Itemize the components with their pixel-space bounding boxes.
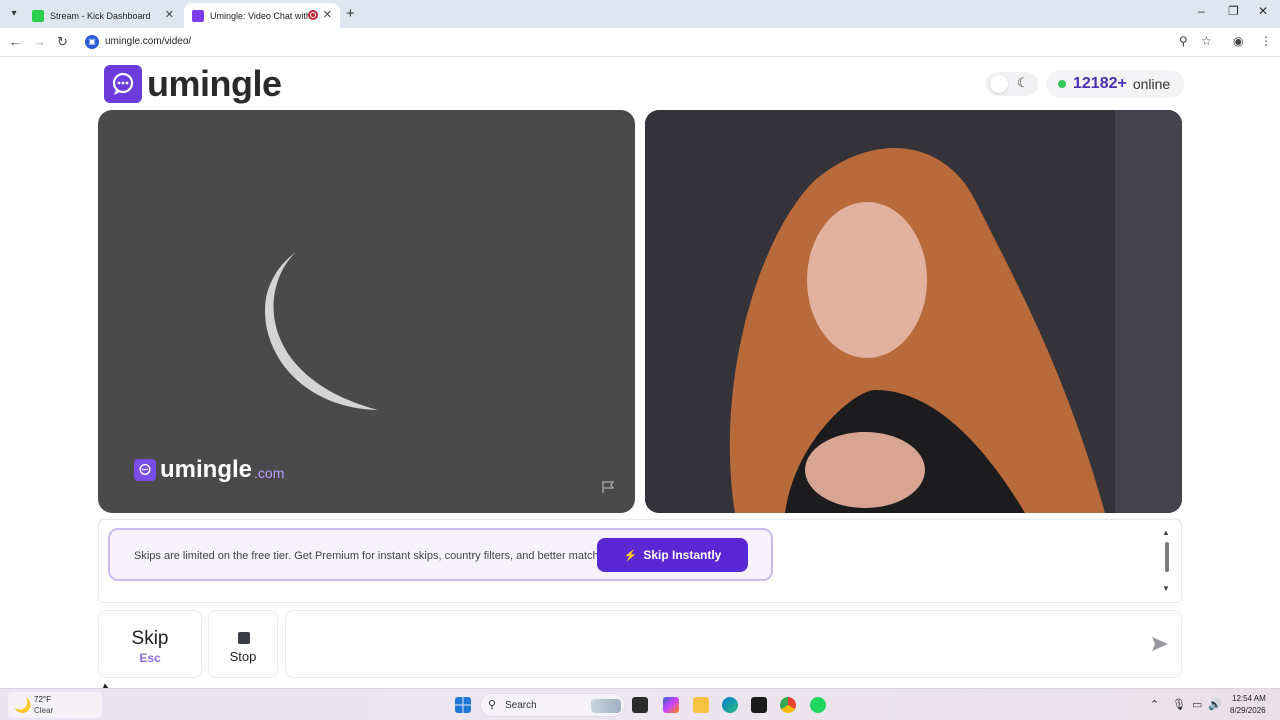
site-info-icon[interactable]: ▣ (85, 35, 99, 49)
umingle-logo[interactable]: umingle (104, 63, 282, 105)
weather-widget[interactable]: 🌙 72°F Clear (8, 692, 102, 718)
profile-icon[interactable]: ◉ (1233, 34, 1243, 48)
lightning-icon: ⚡ (623, 549, 638, 562)
moon-weather-icon: 🌙 (14, 697, 32, 713)
scroll-up-icon[interactable]: ▲ (1162, 528, 1170, 537)
address-bar: ← → ↻ ▣ umingle.com/video/ ⚲ ☆ ◉ ⋮ (0, 28, 1280, 57)
menu-kebab-icon[interactable]: ⋮ (1260, 34, 1272, 48)
search-label: Search (505, 700, 537, 711)
logo-text: umingle (147, 63, 282, 104)
skip-button[interactable]: Skip Esc (98, 610, 202, 678)
display-icon[interactable]: ▭ (1192, 698, 1202, 711)
url-field[interactable]: umingle.com/video/ (105, 36, 191, 47)
scroll-down-icon[interactable]: ▼ (1162, 584, 1170, 593)
zoom-icon[interactable]: ⚲ (1179, 34, 1188, 48)
bookmark-star-icon[interactable]: ☆ (1201, 34, 1212, 48)
task-view-icon[interactable] (632, 697, 648, 713)
kick-favicon-icon (32, 9, 44, 22)
tab-title: Umingle: Video Chat with St (210, 10, 308, 21)
tab-bar: ▾ Stream - Kick Dashboard ✕ Umingle: Vid… (0, 0, 1280, 28)
online-count: 12182+ (1073, 75, 1127, 92)
local-video-panel: umingle .com (98, 110, 635, 513)
umingle-favicon-icon (192, 9, 204, 22)
promo-text: Skips are limited on the free tier. Get … (134, 550, 614, 562)
edge-icon[interactable] (722, 697, 738, 713)
clock-time[interactable]: 12:54 AM (1232, 694, 1266, 703)
chrome-icon[interactable] (780, 697, 796, 713)
file-explorer-icon[interactable] (693, 697, 709, 713)
minimize-button[interactable]: – (1198, 4, 1205, 18)
online-indicator: 12182+ online (1046, 70, 1184, 98)
volume-icon[interactable]: 🔊 (1208, 698, 1222, 711)
back-icon[interactable]: ← (9, 34, 22, 49)
taskbar-search[interactable]: ⚲ Search (480, 693, 625, 717)
close-window-button[interactable]: ✕ (1258, 4, 1268, 18)
watermark-logo-icon (134, 459, 156, 481)
moon-icon: ☾ (1017, 75, 1029, 90)
online-label: online (1132, 76, 1171, 92)
watermark-brand: umingle (160, 456, 253, 483)
remote-video-feed (645, 110, 1182, 513)
send-icon[interactable] (1151, 635, 1169, 653)
skip-label: Skip (131, 628, 169, 649)
skip-instantly-label: Skip Instantly (643, 548, 722, 562)
remote-video-panel (645, 110, 1182, 513)
microphone-icon[interactable]: 🎙 (1172, 698, 1186, 711)
reload-icon[interactable]: ↻ (57, 34, 68, 50)
close-tab-icon[interactable]: ✕ (323, 8, 332, 21)
message-box (285, 610, 1182, 678)
toggle-knob (990, 75, 1008, 93)
close-tab-icon[interactable]: ✕ (165, 8, 174, 21)
tray-overflow-icon[interactable]: ⌃ (1150, 698, 1159, 711)
stop-button[interactable]: Stop (208, 610, 278, 678)
windows-taskbar: 🌙 72°F Clear ⚲ Search ⌃ 🎙 ▭ 🔊 12:54 AM 8… (0, 688, 1280, 720)
search-icon: ⚲ (488, 699, 497, 711)
search-highlight-image (591, 699, 621, 713)
tab-umingle[interactable]: Umingle: Video Chat with St ✕ (184, 3, 340, 28)
loading-spinner-icon (264, 252, 378, 410)
weather-condition: Clear (34, 706, 54, 715)
copilot-icon[interactable] (663, 697, 679, 713)
new-tab-button[interactable]: + (346, 5, 355, 22)
stop-label: Stop (229, 649, 257, 664)
kick-app-icon[interactable] (751, 697, 767, 713)
chat-log: Skips are limited on the free tier. Get … (98, 519, 1182, 603)
forward-icon[interactable]: → (33, 34, 46, 49)
tab-kick-dashboard[interactable]: Stream - Kick Dashboard ✕ (24, 3, 182, 28)
watermark-domain: .com (254, 465, 285, 481)
tab-title: Stream - Kick Dashboard (50, 10, 151, 21)
message-input[interactable] (300, 633, 1120, 657)
stop-icon (238, 632, 250, 644)
theme-toggle[interactable]: ☾ (986, 72, 1038, 96)
tab-search-chevron-icon[interactable]: ▾ (6, 6, 22, 22)
skip-shortcut: Esc (139, 651, 161, 665)
skip-instantly-button[interactable]: ⚡ Skip Instantly (597, 538, 748, 572)
scrollbar-thumb[interactable] (1165, 542, 1169, 572)
spotify-icon[interactable] (810, 697, 826, 713)
premium-promo-banner: Skips are limited on the free tier. Get … (108, 528, 773, 581)
clock-date[interactable]: 8/29/2026 (1230, 706, 1266, 715)
online-dot-icon (1058, 80, 1066, 88)
chat-bubble-logo-icon (104, 65, 142, 103)
recording-indicator-icon (308, 10, 318, 20)
umingle-watermark: umingle .com (134, 456, 284, 484)
restore-button[interactable]: ❐ (1228, 4, 1239, 18)
weather-temp: 72°F (34, 695, 51, 704)
report-flag-icon[interactable] (601, 480, 615, 494)
windows-start-icon[interactable] (455, 697, 471, 713)
